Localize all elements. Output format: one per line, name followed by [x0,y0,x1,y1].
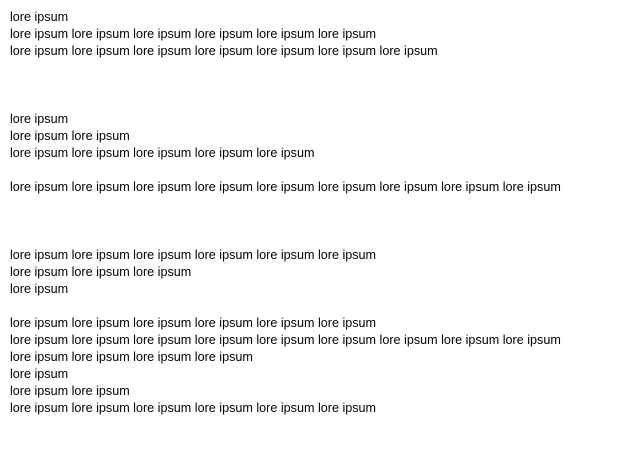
text-document: lore ipsum lore ipsum lore ipsum lore ip… [10,9,630,417]
text-line-13: lore ipsum lore ipsum lore ipsum lore ip… [10,350,253,364]
paragraph-gap-2 [10,162,630,179]
text-line-8: lore ipsum lore ipsum lore ipsum lore ip… [10,248,377,262]
text-line-7: lore ipsum lore ipsum lore ipsum lore ip… [10,180,561,194]
paragraph-gap-1 [10,60,630,111]
text-line-1: lore ipsum [10,10,69,24]
text-line-5: lore ipsum lore ipsum [10,129,130,143]
text-line-4: lore ipsum [10,112,69,126]
text-line-11: lore ipsum lore ipsum lore ipsum lore ip… [10,316,377,330]
text-line-12: lore ipsum lore ipsum lore ipsum lore ip… [10,333,561,347]
text-line-15: lore ipsum lore ipsum [10,384,130,398]
text-line-3: lore ipsum lore ipsum lore ipsum lore ip… [10,44,438,58]
text-line-14: lore ipsum [10,367,69,381]
text-line-9: lore ipsum lore ipsum lore ipsum [10,265,192,279]
text-line-2: lore ipsum lore ipsum lore ipsum lore ip… [10,27,377,41]
text-line-16: lore ipsum lore ipsum lore ipsum lore ip… [10,401,377,415]
paragraph-gap-3 [10,196,630,247]
text-line-6: lore ipsum lore ipsum lore ipsum lore ip… [10,146,315,160]
paragraph-gap-4 [10,298,630,315]
text-line-10: lore ipsum [10,282,69,296]
